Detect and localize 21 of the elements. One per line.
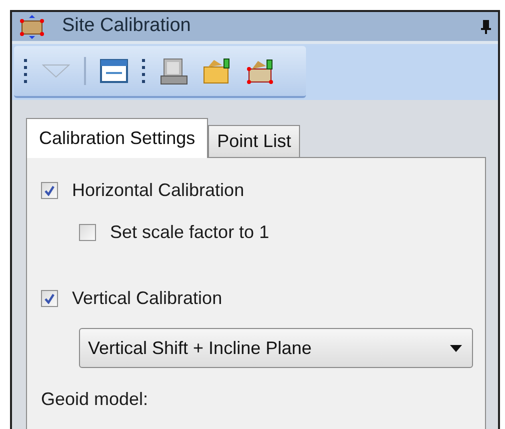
pin-icon[interactable] — [480, 18, 492, 34]
check-icon — [44, 184, 55, 196]
calibration-icon — [18, 14, 46, 40]
checkbox-label: Vertical Calibration — [72, 286, 222, 310]
checkbox[interactable] — [79, 224, 96, 240]
caret-icon — [450, 344, 462, 352]
calibration-dropdown[interactable]: Vertical Shift + Incline Plane — [79, 328, 473, 368]
grip-icon — [142, 57, 146, 85]
checkbox[interactable] — [41, 182, 58, 198]
tab[interactable]: Point List — [208, 125, 300, 157]
tab[interactable]: Calibration Settings — [26, 118, 208, 158]
geoid-model-label: Geoid model: — [41, 388, 150, 411]
grip-icon — [24, 57, 28, 85]
checkbox-label: Set scale factor to 1 — [110, 220, 270, 244]
window-icon[interactable] — [100, 59, 128, 83]
window-title: Site Calibration — [62, 14, 191, 38]
checkbox-label: Horizontal Calibration — [72, 178, 244, 202]
check-icon — [44, 292, 55, 304]
checkbox[interactable] — [41, 290, 58, 306]
site-folder-icon[interactable] — [246, 57, 276, 85]
folder-icon[interactable] — [202, 57, 232, 85]
